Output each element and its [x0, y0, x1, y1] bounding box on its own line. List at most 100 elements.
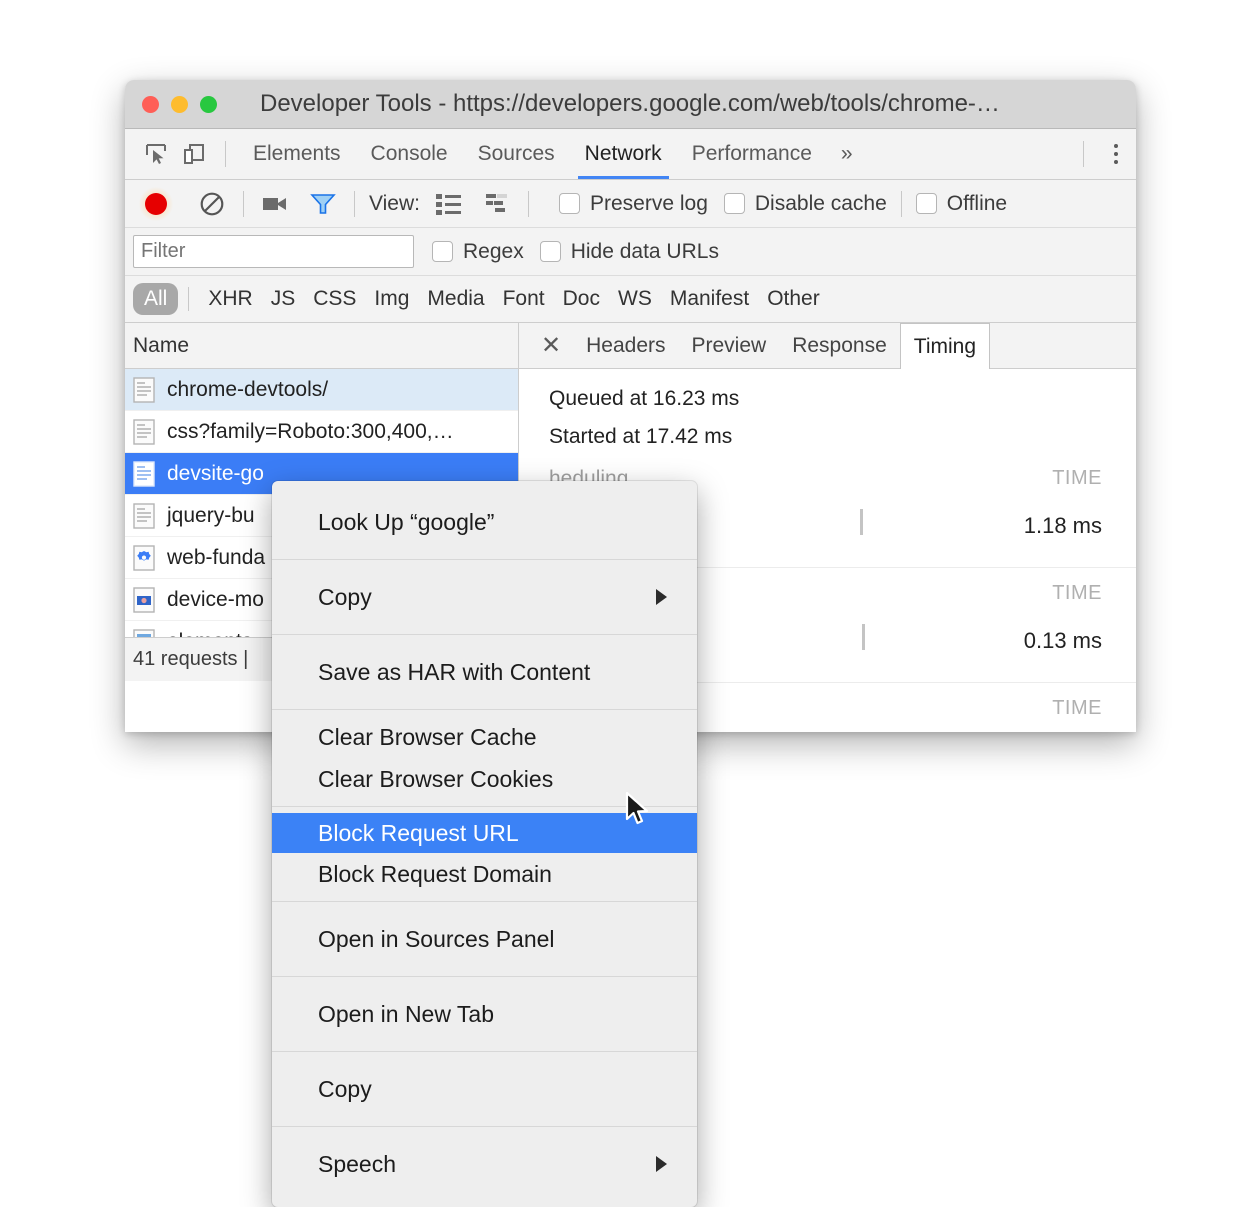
- chevron-right-icon: [656, 1156, 667, 1172]
- close-icon[interactable]: ✕: [529, 333, 573, 358]
- document-icon: [133, 502, 155, 529]
- request-list-header: Name: [125, 323, 518, 369]
- view-label: View:: [369, 191, 420, 215]
- camera-icon[interactable]: [258, 187, 292, 221]
- table-row[interactable]: chrome-devtools/: [125, 369, 518, 411]
- timing-time-header: TIME: [1052, 467, 1102, 489]
- menu-item-open-in-sources-panel[interactable]: Open in Sources Panel: [272, 908, 697, 970]
- image-icon: [133, 586, 155, 613]
- started-at: Started at 17.42 ms: [549, 425, 733, 448]
- timing-value: 1.18 ms: [1023, 513, 1102, 538]
- tab-preview[interactable]: Preview: [679, 323, 780, 368]
- menu-separator: [272, 559, 697, 560]
- menu-item-clear-browser-cache[interactable]: Clear Browser Cache: [272, 716, 697, 758]
- disable-cache-label: Disable cache: [754, 191, 887, 215]
- disable-cache-checkbox[interactable]: Disable cache: [723, 191, 887, 216]
- offline-checkbox[interactable]: Offline: [915, 192, 1007, 216]
- menu-item-label: Copy: [318, 583, 372, 610]
- detail-tabbar: ✕ Headers Preview Response Timing: [519, 323, 1136, 369]
- tab-headers[interactable]: Headers: [573, 323, 678, 368]
- menu-item-label: Block Request URL: [318, 819, 519, 846]
- timing-bar: [860, 509, 863, 535]
- filter-funnel-icon[interactable]: [306, 187, 340, 221]
- tab-network[interactable]: Network: [570, 129, 677, 179]
- menu-item-label: Clear Browser Cache: [318, 723, 537, 750]
- waterfall-view-icon[interactable]: [480, 187, 514, 221]
- menu-item-label: Block Request Domain: [318, 860, 552, 887]
- menu-item-open-in-new-tab[interactable]: Open in New Tab: [272, 983, 697, 1045]
- regex-label: Regex: [463, 239, 524, 263]
- menu-item-speech[interactable]: Speech: [272, 1133, 697, 1195]
- chip-all[interactable]: All: [133, 283, 179, 315]
- queued-at: Queued at 16.23 ms: [549, 387, 740, 410]
- filter-input[interactable]: [133, 235, 414, 268]
- column-header-name: Name: [133, 333, 190, 357]
- menu-separator: [272, 901, 697, 902]
- menu-item-look-up[interactable]: Look Up “google”: [272, 491, 697, 553]
- toolbar-divider-4: [900, 190, 902, 217]
- menu-separator: [272, 709, 697, 710]
- tab-response[interactable]: Response: [779, 323, 900, 368]
- filter-bar: Regex Hide data URLs: [125, 228, 1136, 276]
- menu-item-copy[interactable]: Copy: [272, 1058, 697, 1120]
- menu-item-save-as-har[interactable]: Save as HAR with Content: [272, 641, 697, 703]
- checkbox-box: [539, 241, 561, 262]
- timing-time-header: TIME: [1052, 582, 1102, 604]
- chip-css[interactable]: CSS: [304, 287, 365, 311]
- tab-sources[interactable]: Sources: [463, 129, 570, 179]
- toolbar-divider-1: [243, 190, 244, 217]
- chip-font[interactable]: Font: [494, 287, 554, 311]
- menu-item-label: Speech: [318, 1150, 397, 1177]
- menu-separator: [272, 1126, 697, 1127]
- tab-performance[interactable]: Performance: [677, 129, 827, 179]
- menu-item-copy-submenu[interactable]: Copy: [272, 566, 697, 628]
- hide-data-urls-checkbox[interactable]: Hide data URLs: [539, 239, 719, 264]
- tab-timing[interactable]: Timing: [899, 323, 990, 369]
- menu-item-block-request-domain[interactable]: Block Request Domain: [272, 853, 697, 895]
- resource-type-filters: All XHR JS CSS Img Media Font Doc WS Man…: [125, 276, 1136, 323]
- menu-item-label: Copy: [318, 1075, 372, 1102]
- chip-media[interactable]: Media: [418, 287, 493, 311]
- hide-data-urls-label: Hide data URLs: [570, 239, 719, 263]
- chip-divider: [188, 287, 190, 311]
- chip-img[interactable]: Img: [365, 287, 418, 311]
- request-name: jquery-bu: [167, 503, 255, 527]
- menu-separator: [272, 1051, 697, 1052]
- manifest-icon: [133, 544, 155, 571]
- chevron-right-icon: [656, 589, 667, 605]
- menu-separator: [272, 976, 697, 977]
- request-count: 41 requests |: [133, 648, 249, 670]
- chip-xhr[interactable]: XHR: [199, 287, 261, 311]
- regex-checkbox[interactable]: Regex: [432, 240, 524, 264]
- timing-time-header: TIME: [1052, 697, 1102, 719]
- menu-item-label: Open in Sources Panel: [318, 925, 555, 952]
- window-titlebar: Developer Tools - https://developers.goo…: [125, 80, 1136, 129]
- document-icon: [133, 418, 155, 445]
- menu-top-padding: [272, 481, 697, 491]
- tab-elements[interactable]: Elements: [238, 129, 356, 179]
- table-row[interactable]: css?family=Roboto:300,400,…: [125, 411, 518, 453]
- chip-other[interactable]: Other: [758, 287, 829, 311]
- inspect-element-icon[interactable]: [137, 135, 175, 173]
- tabbar-right-divider: [1083, 141, 1084, 167]
- menu-item-label: Open in New Tab: [318, 1000, 495, 1027]
- request-name: web-funda: [167, 545, 266, 569]
- toolbar-divider-2: [354, 190, 355, 217]
- device-toolbar-icon[interactable]: [175, 135, 213, 173]
- menu-separator: [272, 634, 697, 635]
- request-name: chrome-devtools/: [167, 377, 329, 401]
- clear-button[interactable]: [195, 187, 229, 221]
- tab-console[interactable]: Console: [356, 129, 463, 179]
- tabbar-divider: [225, 141, 226, 167]
- chip-ws[interactable]: WS: [609, 287, 661, 311]
- list-view-icon[interactable]: [432, 187, 466, 221]
- more-panels-icon[interactable]: »: [827, 142, 867, 166]
- record-button[interactable]: [139, 186, 173, 221]
- more-options-icon[interactable]: [1096, 144, 1136, 164]
- context-menu: Look Up “google” Copy Save as HAR with C…: [272, 481, 697, 1207]
- chip-doc[interactable]: Doc: [554, 287, 609, 311]
- chip-js[interactable]: JS: [262, 287, 305, 311]
- timing-bar: [862, 624, 865, 650]
- preserve-log-checkbox[interactable]: Preserve log: [558, 192, 708, 216]
- chip-manifest[interactable]: Manifest: [661, 287, 758, 311]
